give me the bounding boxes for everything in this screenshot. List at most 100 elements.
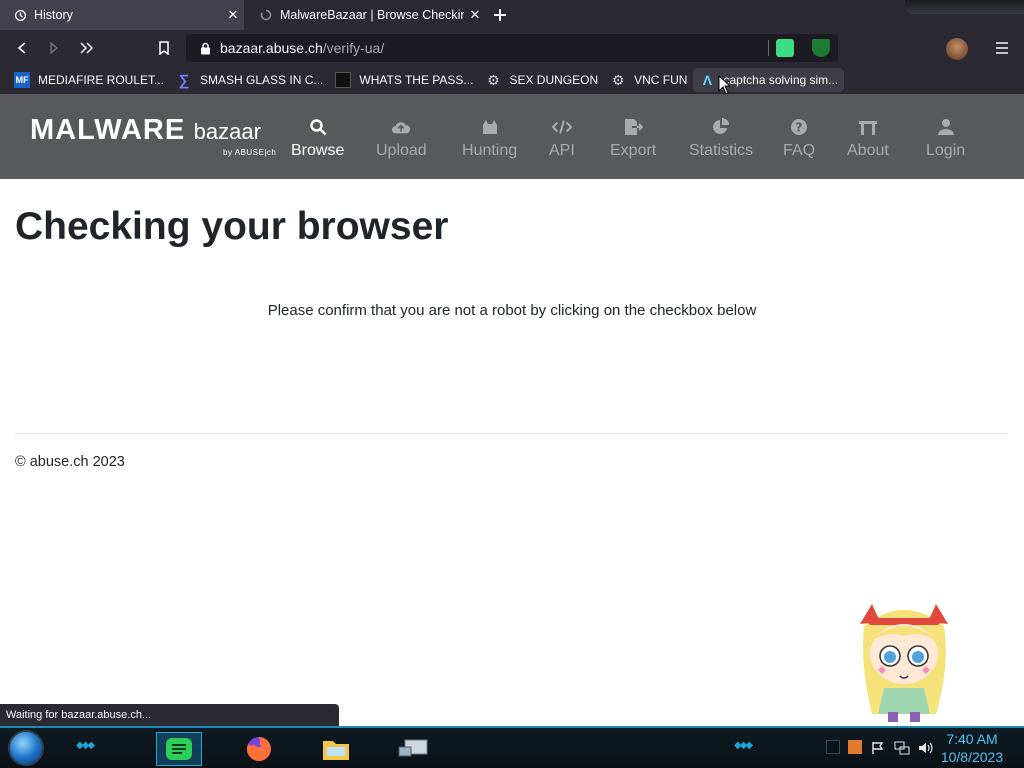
nav-label: API [549,142,575,159]
address-bar-divider [768,40,769,56]
firefox-icon[interactable] [236,732,282,766]
taskbar: ◆◆◆ ◆◆◆ 7:40 AM 10/8/2023 [0,726,1024,768]
bookmarks-bar: MF MEDIAFIRE ROULET... ∑ SMASH GLASS IN … [0,66,1024,94]
nav-upload[interactable]: Upload [376,118,427,160]
bookmark-label: MEDIAFIRE ROULET... [38,73,165,87]
back-button[interactable] [12,38,32,58]
bookmark-label: VNC FUN [634,73,688,87]
history-icon [12,7,28,23]
nav-login[interactable]: Login [926,118,965,160]
bookmark-mediafire[interactable]: MF MEDIAFIRE ROULET... [8,68,170,92]
nav-label: Login [926,142,966,159]
system-tray [826,740,934,756]
start-button[interactable] [8,730,44,766]
nav-about[interactable]: About [847,118,889,160]
tab-malwarebazaar[interactable]: MalwareBazaar | Browse Checking ✕ [246,0,486,30]
lock-icon[interactable] [198,40,212,56]
pie-chart-icon [711,118,731,136]
nav-label: Export [610,142,657,159]
url-path: /verify-ua/ [322,40,385,56]
nav-label: Hunting [462,142,518,159]
bookmark-label: SEX DUNGEON [509,73,599,87]
file-explorer-icon[interactable] [313,732,359,766]
status-bar: Waiting for bazaar.abuse.ch... [0,704,339,726]
address-bar[interactable]: bazaar.abuse.ch/verify-ua/ [186,34,838,62]
bookmark-label: SMASH GLASS IN C... [200,73,324,87]
window-frame-decoration [905,0,1024,14]
nav-label: About [847,142,889,159]
loading-icon [258,7,274,23]
code-icon [551,118,572,136]
gear-icon: ⚙ [487,71,500,88]
sigma-icon: ∑ [178,71,190,89]
nav-label: Browse [291,142,345,159]
tab-history[interactable]: History ✕ [0,0,244,30]
bookmark-smash-glass[interactable]: ∑ SMASH GLASS IN C... [170,68,329,92]
taskbar-decoration: ◆◆◆ [76,740,95,751]
tab-strip: History ✕ MalwareBazaar | Browse Checkin… [0,0,1024,30]
building-icon [858,118,878,136]
bookmark-label: captcha solving sim... [723,73,839,87]
close-tab-icon[interactable]: ✕ [464,7,486,23]
bookmark-sex-dungeon[interactable]: ⚙ SEX DUNGEON [479,68,604,92]
flag-icon[interactable] [870,740,886,756]
brand-logo[interactable]: MALWARE bazaar by ABUSE|ch [30,114,276,157]
nav-statistics[interactable]: Statistics [689,118,753,160]
stop-loading-button[interactable] [76,38,96,58]
taskbar-app-green[interactable] [156,732,202,766]
nav-faq[interactable]: ? FAQ [783,118,815,160]
nav-api[interactable]: API [549,118,575,160]
brand-by: by ABUSE|ch [223,148,277,157]
bookmark-icon[interactable] [154,38,174,58]
taskbar-decoration: ◆◆◆ [734,740,753,751]
brand-main: MALWARE [30,114,186,146]
close-tab-icon[interactable]: ✕ [222,7,244,23]
bookmark-vnc-fun[interactable]: ⚙ VNC FUN [604,68,693,92]
new-tab-button[interactable] [490,5,510,25]
clock-time: 7:40 AM [946,731,998,747]
nav-export[interactable]: Export [610,118,656,160]
mediafire-icon: MF [14,72,30,88]
footer-divider [15,433,1008,434]
shield-extension-icon[interactable] [812,39,830,57]
bookmark-whats-the-pass[interactable]: WHATS THE PASS... [329,68,479,92]
desktop-mascot-sticker [850,596,958,724]
hunting-icon [480,118,500,136]
lambda-icon: Λ [702,72,713,88]
url-text: bazaar.abuse.ch/verify-ua/ [220,40,384,56]
clock-date: 10/8/2023 [940,749,1004,765]
page-title: Checking your browser [15,205,449,248]
question-icon: ? [789,118,809,136]
taskbar-clock[interactable]: 7:40 AM 10/8/2023 [932,730,1012,766]
nav-label: Upload [376,142,427,159]
bookmark-captcha-solving[interactable]: Λ captcha solving sim... [693,68,845,92]
profile-avatar[interactable] [946,38,968,60]
remote-desktop-icon[interactable] [390,732,436,766]
export-icon [623,118,644,136]
user-icon [936,118,956,136]
nav-toolbar: bazaar.abuse.ch/verify-ua/ [0,30,1024,66]
tray-overflow-icon[interactable] [826,740,840,754]
bookmark-label: WHATS THE PASS... [359,73,474,87]
site-icon [335,72,352,88]
brand-sub: bazaar [193,119,261,144]
url-host: bazaar.abuse.ch [220,40,323,56]
tab-title: History [34,8,73,22]
tray-app-icon[interactable] [848,740,862,754]
robot-confirmation-message: Please confirm that you are not a robot … [267,302,757,319]
mouse-cursor-icon [718,75,730,95]
site-navbar: MALWARE bazaar by ABUSE|ch Browse Upload… [0,94,1024,179]
extension-green-icon[interactable] [776,39,794,57]
nav-label: FAQ [783,142,816,159]
search-icon [308,118,328,136]
gear-icon: ⚙ [611,71,625,88]
nav-label: Statistics [689,142,754,159]
footer-copyright: © abuse.ch 2023 [15,454,125,470]
forward-button[interactable] [44,38,64,58]
network-icon[interactable] [894,740,910,756]
menu-icon[interactable] [992,38,1012,58]
tab-title: MalwareBazaar | Browse Checking [280,8,464,22]
nav-browse[interactable]: Browse [291,118,344,160]
nav-hunting[interactable]: Hunting [462,118,517,160]
svg-text:?: ? [796,121,803,135]
